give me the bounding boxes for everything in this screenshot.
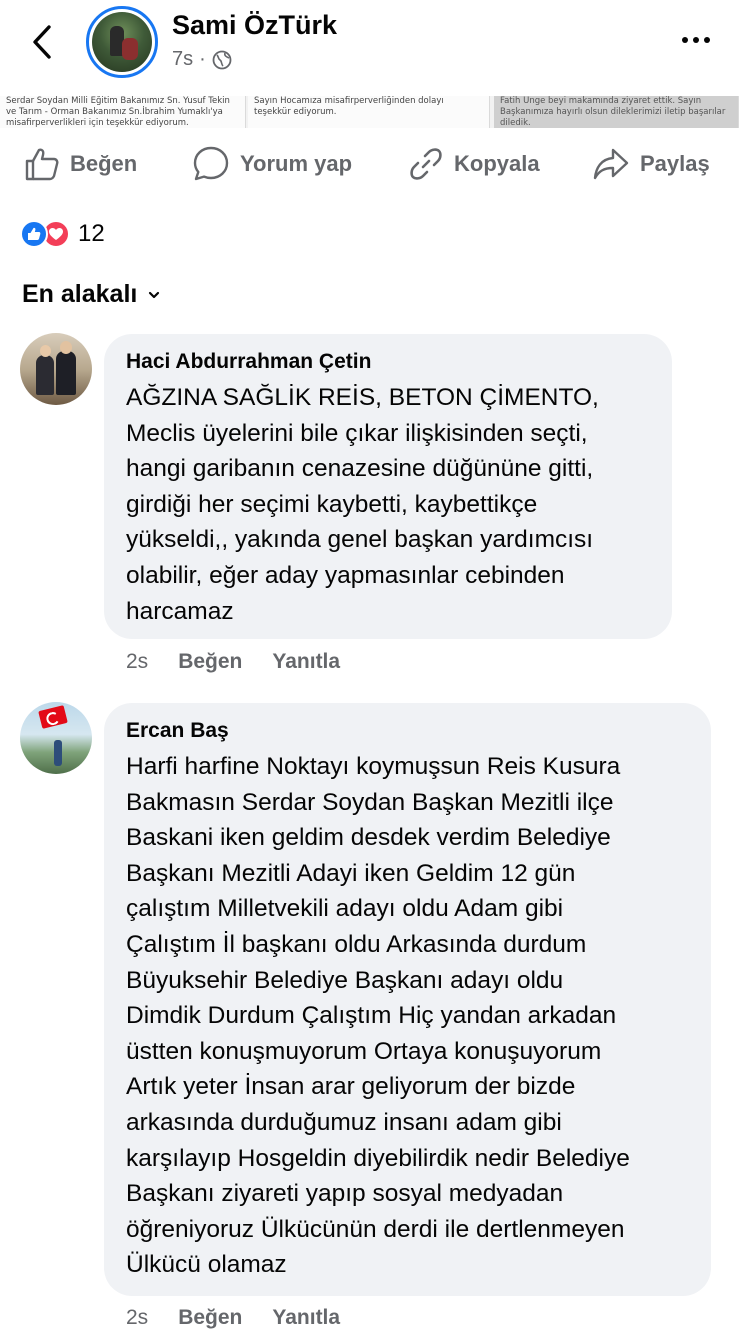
thumbs-up-icon <box>25 148 59 181</box>
author-avatar[interactable] <box>86 6 158 78</box>
image-caption: Sayın Hocamıza misafirperverliğinden dol… <box>254 96 444 117</box>
reactions-summary[interactable]: 12 <box>20 218 105 250</box>
post-time[interactable]: 7s <box>172 48 193 71</box>
author-name[interactable]: Sami ÖzTürk <box>172 10 337 41</box>
globe-icon <box>212 50 232 69</box>
commenter-name[interactable]: Ercan Baş <box>126 719 691 743</box>
comment-like-button[interactable]: Beğen <box>178 650 242 674</box>
comment-button[interactable]: Yorum yap <box>192 140 352 188</box>
comment-meta: 2s Beğen Yanıtla <box>126 650 340 674</box>
comment-time: 2s <box>126 1306 149 1329</box>
post-header: Sami ÖzTürk 7s · <box>0 0 739 96</box>
like-label: Beğen <box>70 151 138 176</box>
link-icon <box>410 148 442 180</box>
post-actions: Beğen Yorum yap Kopyala Paylaş <box>0 140 739 188</box>
chevron-down-icon <box>149 291 160 298</box>
post-image-strip[interactable]: Serdar Soydan Milli Eğitim Bakanımız Sn.… <box>0 96 739 128</box>
back-button[interactable] <box>24 22 60 62</box>
comment-bubble: Haci Abdurrahman Çetin AĞZINA SAĞLİK REİ… <box>104 334 672 639</box>
comment-icon <box>193 146 229 181</box>
comment-reply-button[interactable]: Yanıtla <box>272 1306 340 1330</box>
chevron-left-icon <box>33 25 51 59</box>
comment-time: 2s <box>126 650 149 673</box>
meta-separator: · <box>199 48 206 70</box>
more-options-button[interactable] <box>676 28 716 52</box>
share-icon <box>593 148 629 180</box>
commenter-avatar[interactable] <box>20 333 92 405</box>
dot <box>704 37 710 43</box>
copy-label: Kopyala <box>454 151 540 176</box>
reaction-count: 12 <box>78 220 105 247</box>
post-image-tile[interactable]: Fatih Ünge beyi makamında ziyaret ettik.… <box>494 96 739 128</box>
image-caption: Serdar Soydan Milli Eğitim Bakanımız Sn.… <box>6 96 230 128</box>
comment-label: Yorum yap <box>240 151 353 176</box>
comment-text: AĞZINA SAĞLİK REİS, BETON ÇİMENTO, Mecli… <box>126 384 599 625</box>
commenter-avatar[interactable] <box>20 702 92 774</box>
image-caption: Fatih Ünge beyi makamında ziyaret ettik.… <box>500 96 726 128</box>
post-meta: 7s · <box>172 48 232 71</box>
commenter-name[interactable]: Haci Abdurrahman Çetin <box>126 350 652 374</box>
sort-label: En alakalı <box>22 280 138 308</box>
dot <box>693 37 699 43</box>
share-button[interactable]: Paylaş <box>592 140 710 188</box>
like-button[interactable]: Beğen <box>24 140 137 188</box>
like-reaction-icon <box>20 220 48 248</box>
post-image-tile[interactable]: Sayın Hocamıza misafirperverliğinden dol… <box>248 96 490 128</box>
comment-meta: 2s Beğen Yanıtla <box>126 1306 340 1330</box>
comment-bubble: Ercan Baş Harfi harfine Noktayı koymuşsu… <box>104 703 711 1296</box>
copy-button[interactable]: Kopyala <box>408 140 540 188</box>
share-label: Paylaş <box>640 151 710 176</box>
post-image-tile[interactable]: Serdar Soydan Milli Eğitim Bakanımız Sn.… <box>0 96 246 128</box>
comment-sort-dropdown[interactable]: En alakalı <box>22 280 161 309</box>
comment-reply-button[interactable]: Yanıtla <box>272 650 340 674</box>
comment-like-button[interactable]: Beğen <box>178 1306 242 1330</box>
dot <box>682 37 688 43</box>
comment-text: Harfi harfine Noktayı koymuşsun Reis Kus… <box>126 753 630 1279</box>
